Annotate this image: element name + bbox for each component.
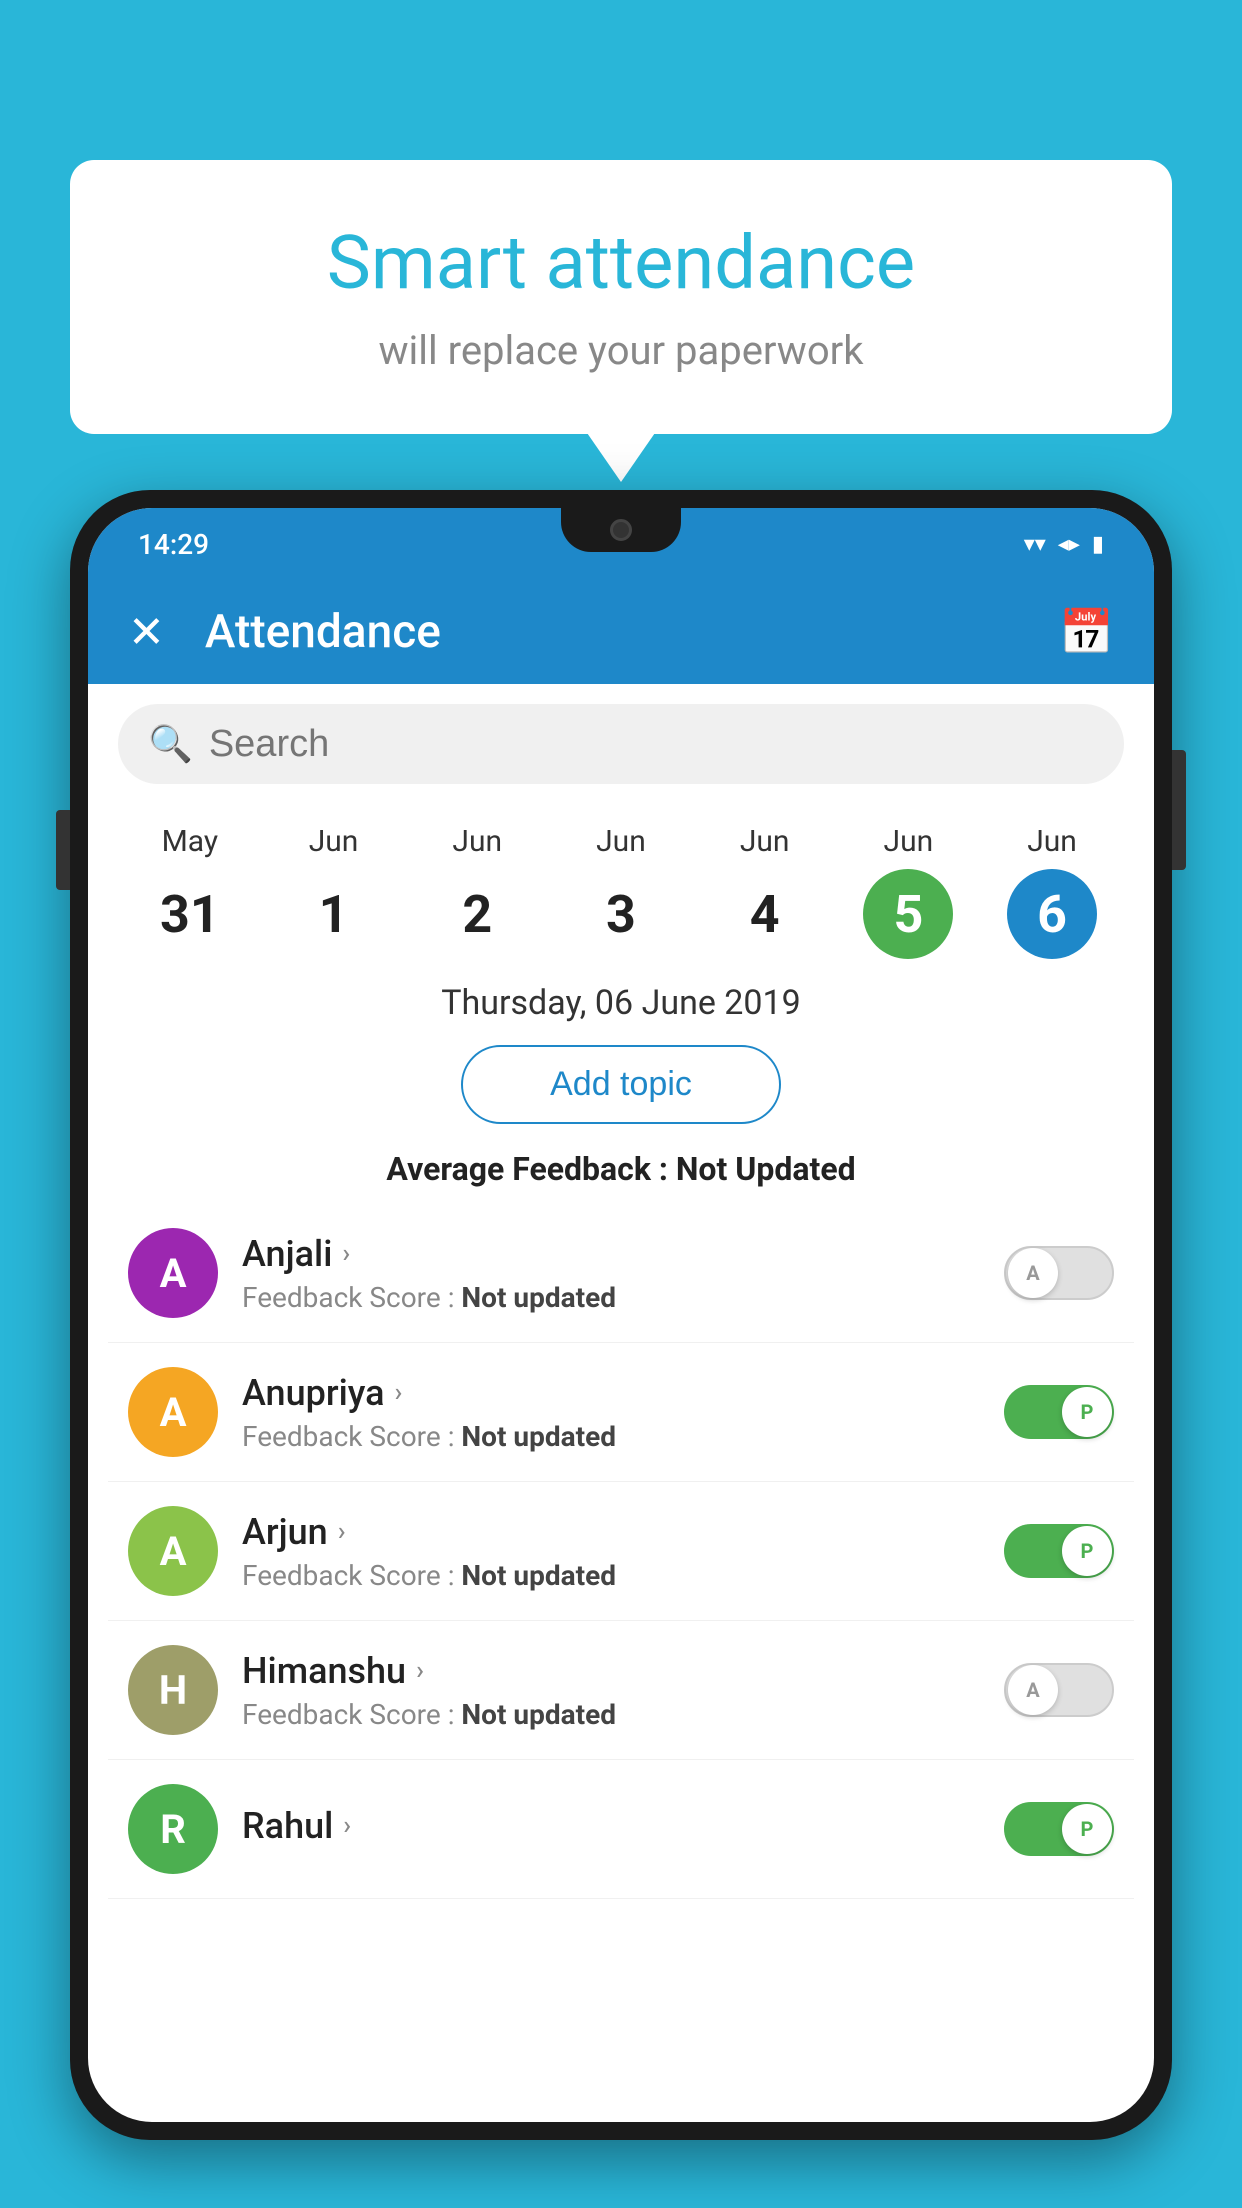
student-info-3: Himanshu › Feedback Score : Not updated <box>242 1650 980 1731</box>
student-row-0[interactable]: A Anjali › Feedback Score : Not updated A <box>108 1204 1134 1343</box>
student-row-4[interactable]: R Rahul › P <box>108 1760 1134 1899</box>
feedback-score-3: Feedback Score : Not updated <box>242 1698 980 1731</box>
date-day-2: 2 <box>432 869 522 959</box>
toggle-knob-3: A <box>1008 1665 1058 1715</box>
student-row-2[interactable]: A Arjun › Feedback Score : Not updated P <box>108 1482 1134 1621</box>
student-info-0: Anjali › Feedback Score : Not updated <box>242 1233 980 1314</box>
chevron-icon-0: › <box>342 1239 350 1269</box>
feedback-score-2: Feedback Score : Not updated <box>242 1559 980 1592</box>
chevron-icon-2: › <box>338 1517 346 1547</box>
bubble-title: Smart attendance <box>150 220 1092 307</box>
close-button[interactable]: ✕ <box>128 606 165 658</box>
chevron-icon-3: › <box>416 1656 424 1686</box>
avg-feedback-value: Not Updated <box>676 1150 856 1188</box>
date-col-0[interactable]: May 31 <box>145 824 235 959</box>
phone-notch <box>561 508 681 552</box>
date-day-1: 1 <box>289 869 379 959</box>
student-info-2: Arjun › Feedback Score : Not updated <box>242 1511 980 1592</box>
attendance-toggle-0[interactable]: A <box>1004 1246 1114 1300</box>
avatar-2: A <box>128 1506 218 1596</box>
search-bar[interactable]: 🔍 <box>118 704 1124 784</box>
calendar-icon[interactable]: 📅 <box>1059 606 1114 658</box>
student-name-0: Anjali › <box>242 1233 980 1275</box>
add-topic-button[interactable]: Add topic <box>461 1045 781 1124</box>
date-col-2[interactable]: Jun 2 <box>432 824 522 959</box>
student-info-4: Rahul › <box>242 1805 980 1853</box>
attendance-toggle-3[interactable]: A <box>1004 1663 1114 1717</box>
toggle-knob-1: P <box>1062 1387 1112 1437</box>
search-icon: 🔍 <box>148 723 193 765</box>
date-col-4[interactable]: Jun 4 <box>720 824 810 959</box>
chevron-icon-4: › <box>343 1811 351 1841</box>
student-list: AAnjali ›Feedback Score : Not updatedAAA… <box>88 1204 1154 1899</box>
avg-feedback-label: Average Feedback : <box>386 1150 675 1188</box>
wifi-icon: ▾▾ <box>1024 532 1046 557</box>
avatar-3: H <box>128 1645 218 1735</box>
date-day-5: 5 <box>863 869 953 959</box>
app-bar: ✕ Attendance 📅 <box>88 580 1154 684</box>
toggle-knob-0: A <box>1008 1248 1058 1298</box>
date-col-5[interactable]: Jun 5 <box>863 824 953 959</box>
date-col-1[interactable]: Jun 1 <box>289 824 379 959</box>
avatar-0: A <box>128 1228 218 1318</box>
student-info-1: Anupriya › Feedback Score : Not updated <box>242 1372 980 1453</box>
attendance-toggle-4[interactable]: P <box>1004 1802 1114 1856</box>
speech-bubble-container: Smart attendance will replace your paper… <box>70 160 1172 434</box>
battery-icon: ▮ <box>1092 532 1104 557</box>
date-strip: May 31 Jun 1 Jun 2 Jun 3 Jun 4 Jun 5 Jun 6 <box>88 804 1154 959</box>
date-day-0: 31 <box>145 869 235 959</box>
app-bar-title: Attendance <box>205 605 1019 659</box>
date-month-4: Jun <box>740 824 790 859</box>
date-month-2: Jun <box>452 824 502 859</box>
avatar-4: R <box>128 1784 218 1874</box>
student-name-3: Himanshu › <box>242 1650 980 1692</box>
date-month-5: Jun <box>884 824 934 859</box>
average-feedback: Average Feedback : Not Updated <box>88 1134 1154 1204</box>
feedback-score-1: Feedback Score : Not updated <box>242 1420 980 1453</box>
front-camera <box>610 519 632 541</box>
student-name-4: Rahul › <box>242 1805 980 1847</box>
student-row-1[interactable]: A Anupriya › Feedback Score : Not updated P <box>108 1343 1134 1482</box>
bubble-subtitle: will replace your paperwork <box>150 327 1092 374</box>
date-month-6: Jun <box>1027 824 1077 859</box>
student-row-3[interactable]: H Himanshu › Feedback Score : Not updated A <box>108 1621 1134 1760</box>
date-month-0: May <box>162 824 218 859</box>
student-name-1: Anupriya › <box>242 1372 980 1414</box>
phone-mockup: 14:29 ▾▾ ◂▸ ▮ ✕ Attendance 📅 🔍 May31J <box>70 490 1172 2208</box>
avatar-1: A <box>128 1367 218 1457</box>
chevron-icon-1: › <box>395 1378 403 1408</box>
phone-inner: 14:29 ▾▾ ◂▸ ▮ ✕ Attendance 📅 🔍 May31J <box>88 508 1154 2122</box>
attendance-toggle-1[interactable]: P <box>1004 1385 1114 1439</box>
speech-bubble: Smart attendance will replace your paper… <box>70 160 1172 434</box>
date-col-6[interactable]: Jun 6 <box>1007 824 1097 959</box>
toggle-knob-2: P <box>1062 1526 1112 1576</box>
phone-outer: 14:29 ▾▾ ◂▸ ▮ ✕ Attendance 📅 🔍 May31J <box>70 490 1172 2140</box>
date-month-1: Jun <box>309 824 359 859</box>
toggle-knob-4: P <box>1062 1804 1112 1854</box>
signal-icon: ◂▸ <box>1058 532 1080 557</box>
status-time: 14:29 <box>138 528 209 561</box>
date-day-3: 3 <box>576 869 666 959</box>
attendance-toggle-2[interactable]: P <box>1004 1524 1114 1578</box>
date-day-6: 6 <box>1007 869 1097 959</box>
selected-date-label: Thursday, 06 June 2019 <box>88 959 1154 1035</box>
student-name-2: Arjun › <box>242 1511 980 1553</box>
search-input[interactable] <box>209 723 1094 766</box>
status-icons: ▾▾ ◂▸ ▮ <box>1024 532 1104 557</box>
date-day-4: 4 <box>720 869 810 959</box>
date-month-3: Jun <box>596 824 646 859</box>
date-col-3[interactable]: Jun 3 <box>576 824 666 959</box>
feedback-score-0: Feedback Score : Not updated <box>242 1281 980 1314</box>
